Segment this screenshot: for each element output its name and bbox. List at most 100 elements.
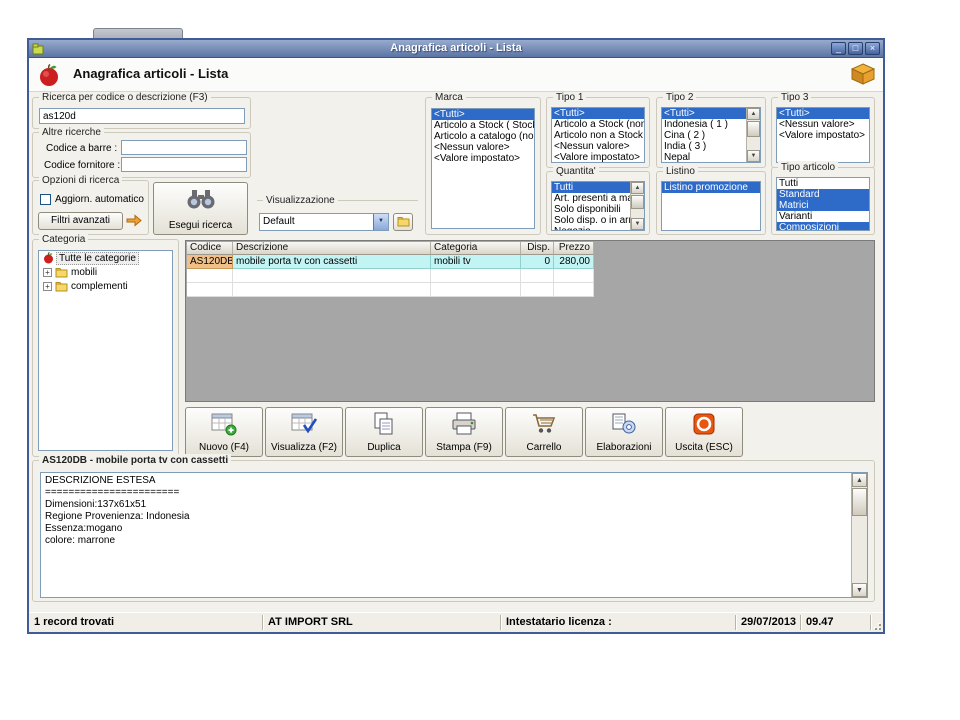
new-button[interactable]: Nuovo (F4) xyxy=(185,407,263,457)
column-header-disp[interactable]: Disp. xyxy=(521,242,554,255)
scroll-up-icon[interactable]: ▲ xyxy=(852,473,867,487)
list-item[interactable]: Listino promozione xyxy=(662,182,760,193)
view-folder-button[interactable] xyxy=(393,213,413,231)
list-item[interactable]: <Tutti> xyxy=(432,109,534,120)
list-item[interactable]: Indonesia ( 1 ) xyxy=(662,119,746,130)
scrollbar-thumb[interactable] xyxy=(852,488,867,516)
list-item[interactable]: Standard xyxy=(777,189,869,200)
list-item[interactable]: Tutti xyxy=(777,178,869,189)
view-button-label: Visualizza (F2) xyxy=(271,442,337,453)
folder-icon xyxy=(397,217,409,227)
title-bar[interactable]: Anagrafica articoli - Lista _ □ × xyxy=(29,40,883,58)
list-item[interactable]: Tutti xyxy=(552,182,630,193)
list-item[interactable]: Articolo a Stock ( Stock ) xyxy=(432,120,534,131)
list-item[interactable]: Articolo non a Stock (si a xyxy=(552,130,644,141)
search-input[interactable] xyxy=(39,108,245,124)
scrollbar[interactable]: ▲ ▼ xyxy=(746,108,760,162)
tipo2-listbox[interactable]: <Tutti> Indonesia ( 1 ) Cina ( 2 ) India… xyxy=(661,107,761,163)
status-divider xyxy=(262,615,263,630)
list-item[interactable]: <Valore impostato> xyxy=(552,152,644,162)
resize-grip[interactable] xyxy=(870,619,882,631)
scroll-down-icon[interactable]: ▼ xyxy=(631,218,644,230)
scrollbar[interactable]: ▲ ▼ xyxy=(851,473,867,597)
tipo2-group-label: Tipo 2 xyxy=(663,92,697,104)
list-item[interactable]: <Tutti> xyxy=(777,108,869,119)
marca-listbox[interactable]: <Tutti> Articolo a Stock ( Stock ) Artic… xyxy=(431,108,535,229)
scroll-down-icon[interactable]: ▼ xyxy=(747,150,760,162)
expand-icon[interactable]: + xyxy=(43,281,52,291)
close-button[interactable]: × xyxy=(865,42,880,55)
table-new-icon xyxy=(211,413,237,436)
auto-update-checkbox[interactable] xyxy=(40,194,51,205)
app-header: Anagrafica articoli - Lista xyxy=(29,58,883,92)
printer-icon xyxy=(452,412,476,435)
scroll-up-icon[interactable]: ▲ xyxy=(631,182,644,194)
expand-icon[interactable]: + xyxy=(43,267,52,277)
pointer-hand-icon xyxy=(126,214,142,227)
exit-button[interactable]: Uscita (ESC) xyxy=(665,407,743,457)
column-header-prezzo[interactable]: Prezzo xyxy=(554,242,594,255)
cart-button[interactable]: Carrello xyxy=(505,407,583,457)
new-button-label: Nuovo (F4) xyxy=(198,442,249,453)
cell-categoria[interactable]: mobili tv xyxy=(431,255,521,269)
cell-codice[interactable]: AS120DB xyxy=(187,255,233,269)
list-item[interactable]: <Nessun valore> xyxy=(777,119,869,130)
barcode-input[interactable] xyxy=(121,140,247,155)
list-item[interactable]: Matrici xyxy=(777,200,869,211)
duplicate-button[interactable]: Duplica xyxy=(345,407,423,457)
list-item[interactable]: Solo disp. o in arrivo xyxy=(552,215,630,226)
list-item[interactable]: <Valore impostato> xyxy=(432,153,534,164)
tipo3-listbox[interactable]: <Tutti> <Nessun valore> <Valore impostat… xyxy=(776,107,870,163)
column-header-descrizione[interactable]: Descrizione xyxy=(233,242,431,255)
tree-item-mobili[interactable]: + mobili xyxy=(39,265,172,279)
view-combobox[interactable]: Default ▼ xyxy=(259,213,389,231)
tree-item-all-categories[interactable]: Tutte le categorie xyxy=(39,251,172,265)
filter-group-listino: Listino Listino promozione xyxy=(656,165,766,235)
list-item[interactable]: India ( 3 ) xyxy=(662,141,746,152)
minimize-button[interactable]: _ xyxy=(831,42,846,55)
scroll-down-icon[interactable]: ▼ xyxy=(852,583,867,597)
list-item[interactable]: Art. presenti a maga xyxy=(552,193,630,204)
listino-listbox[interactable]: Listino promozione xyxy=(661,181,761,231)
column-header-categoria[interactable]: Categoria xyxy=(431,242,521,255)
search-options-group: Opzioni di ricerca Aggiorn. automatico F… xyxy=(32,174,149,235)
view-button[interactable]: Visualizza (F2) xyxy=(265,407,343,457)
tree-item-complementi[interactable]: + complementi xyxy=(39,279,172,293)
print-button[interactable]: Stampa (F9) xyxy=(425,407,503,457)
list-item[interactable]: Articolo a Stock (non si a xyxy=(552,119,644,130)
list-item[interactable]: Composizioni xyxy=(777,222,869,230)
category-tree[interactable]: Tutte le categorie + mobili + complement… xyxy=(38,250,173,451)
scrollbar-thumb[interactable] xyxy=(747,121,760,137)
maximize-button[interactable]: □ xyxy=(848,42,863,55)
table-row[interactable]: AS120DB mobile porta tv con cassetti mob… xyxy=(187,255,594,269)
quantita-listbox[interactable]: Tutti Art. presenti a maga Solo disponib… xyxy=(551,181,645,231)
scrollbar-thumb[interactable] xyxy=(631,195,644,209)
execute-search-button[interactable]: Esegui ricerca xyxy=(153,182,248,235)
list-item[interactable]: Varianti xyxy=(777,211,869,222)
column-header-codice[interactable]: Codice xyxy=(187,242,233,255)
description-box[interactable]: DESCRIZIONE ESTESA =====================… xyxy=(40,472,868,598)
advanced-filters-button[interactable]: Filtri avanzati xyxy=(38,212,123,230)
list-item[interactable]: <Nessun valore> xyxy=(552,141,644,152)
processing-button[interactable]: Elaborazioni xyxy=(585,407,663,457)
supplier-code-input[interactable] xyxy=(121,157,247,172)
list-item[interactable]: <Nessun valore> xyxy=(432,142,534,153)
list-item[interactable]: <Tutti> xyxy=(662,108,746,119)
list-item[interactable]: Nepal xyxy=(662,152,746,162)
scroll-up-icon[interactable]: ▲ xyxy=(747,108,760,120)
tipo1-listbox[interactable]: <Tutti> Articolo a Stock (non si a Artic… xyxy=(551,107,645,163)
list-item[interactable]: <Tutti> xyxy=(552,108,644,119)
cell-prezzo[interactable]: 280,00 xyxy=(554,255,594,269)
tipo-articolo-listbox[interactable]: Tutti Standard Matrici Varianti Composiz… xyxy=(776,177,870,231)
chevron-down-icon[interactable]: ▼ xyxy=(373,214,388,230)
apple-icon xyxy=(40,63,58,86)
scrollbar[interactable]: ▲ ▼ xyxy=(630,182,644,230)
list-item[interactable]: Solo disponibili xyxy=(552,204,630,215)
list-item[interactable]: Cina ( 2 ) xyxy=(662,130,746,141)
list-item[interactable]: Articolo a catalogo (non a xyxy=(432,131,534,142)
list-item[interactable]: Negozio xyxy=(552,226,630,230)
list-item[interactable]: <Valore impostato> xyxy=(777,130,869,141)
cell-descrizione[interactable]: mobile porta tv con cassetti xyxy=(233,255,431,269)
supplier-code-label: Codice fornitore : xyxy=(44,160,121,171)
cell-disp[interactable]: 0 xyxy=(521,255,554,269)
